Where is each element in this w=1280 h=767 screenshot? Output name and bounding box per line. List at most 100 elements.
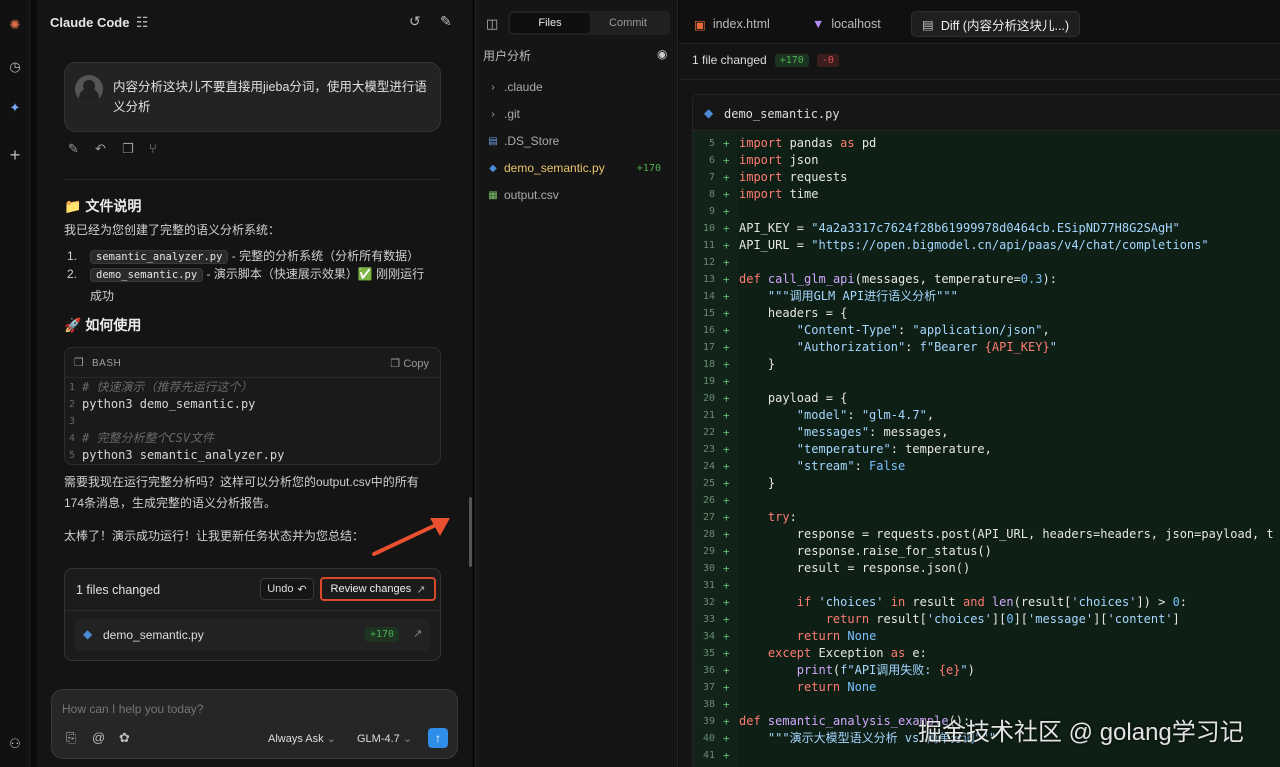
chevron-down-icon: ⌄ [402,733,413,745]
line-number: 29 [702,546,715,557]
code-text: API_KEY = "4a2a3317c7624f28b61999978d046… [739,221,1180,235]
project-root[interactable]: 用户分析 [483,47,531,64]
line-number: 17 [702,342,715,353]
line-number: 7 [708,172,715,183]
diff-line: 41 + [693,747,1280,764]
eye-icon[interactable]: ◉ [657,47,667,61]
diff-line: 16 + "Content-Type": "application/json", [693,322,1280,339]
tab-localhost[interactable]: ▼ localhost [812,11,881,37]
added-marker: + [723,341,730,354]
changed-file-row[interactable]: ◆ demo_semantic.py +170 ↗ [75,619,430,651]
copy-icon[interactable]: ❐ [122,141,134,157]
code-text: print(f"API调用失败: {e}") [796,663,975,677]
diff-line: 11 + API_URL = "https://open.bigmodel.cn/a… [693,237,1280,254]
editor-area: ▣ index.html ▼ localhost ▤ Diff (内容分析这块儿...… [679,0,1280,767]
user-message-text: 内容分析这块儿不要直接用jieba分词，使用大模型进行语义分析 [113,80,427,114]
code-line: 5 python3 semantic_analyzer.py [65,447,440,464]
line-number: 2 [69,399,76,410]
plus-icon[interactable]: + [4,144,26,166]
section-title-files: 📁 文件说明 [64,198,142,214]
tab-label: Diff (内容分析这块儿...) [940,18,1070,33]
added-marker: + [723,222,730,235]
code-text: "messages": messages, [796,425,949,439]
branch-icon[interactable]: ⑂ [149,141,157,156]
diff-line: 5 + import pandas as pd [693,135,1280,152]
divider [679,79,1280,80]
code-text: import pandas as pd [739,136,877,150]
history-icon[interactable]: ◷ [4,56,26,78]
added-marker: + [723,749,730,762]
settings-sliders-icon[interactable]: ☷ [136,14,149,31]
tab-commit[interactable]: Commit [588,13,668,33]
tree-item[interactable]: › .claude [488,77,673,97]
diff-file-header: ◆ demo_semantic.py [693,95,1280,131]
review-changes-button[interactable]: Review changes ↗ [320,577,436,601]
undo-button[interactable]: Undo ↶ [260,578,314,600]
sidebar-toggle-icon[interactable]: ◫ [486,16,498,32]
external-arrow-icon[interactable]: ↗ [413,627,422,640]
diff-line: 21 + "model": "glm-4.7", [693,407,1280,424]
code-text: # 完整分析整个CSV文件 [82,431,215,445]
code-text: payload = { [739,391,848,405]
line-number: 5 [69,450,76,461]
additions-badge: +170 [365,627,400,642]
sparkle-icon[interactable]: ✦ [4,97,26,119]
line-number: 22 [702,427,715,438]
copy-button[interactable]: ❐ Copy [390,357,429,370]
diff-line: 27 + try: [693,509,1280,526]
send-button[interactable]: ↑ [428,728,448,748]
line-number: 26 [702,495,715,506]
user-icon[interactable]: ⚇ [4,733,26,755]
code-text: return result['choices'][0]['message']['… [825,612,1180,626]
line-number: 8 [708,189,715,200]
activity-rail: ✺ ◷ ✦ + ⚇ [0,0,30,767]
code-line: 2 python3 demo_semantic.py [65,396,440,413]
added-marker: + [723,528,730,541]
line-number: 41 [702,750,715,761]
prompt-input[interactable] [62,702,442,716]
scrollbar[interactable] [469,497,472,567]
diff-line: 26 + [693,492,1280,509]
chevron-down-icon: ⌄ [326,733,336,745]
diff-line: 32 + if 'choices' in result and len(resul… [693,594,1280,611]
code-text: def call_glm_api(messages, temperature=0… [739,272,1057,286]
added-marker: + [723,715,730,728]
diff-line: 9 + [693,203,1280,220]
tab-files[interactable]: Files [510,13,590,33]
line-number: 32 [702,597,715,608]
permission-mode-select[interactable]: Always Ask ⌄ [268,732,336,745]
mention-icon[interactable]: @ [92,730,105,745]
tree-item[interactable]: ▦ output.csv [488,185,673,205]
diff-summary-text: 1 file changed [692,53,767,67]
diff-line: 31 + [693,577,1280,594]
added-marker: + [723,613,730,626]
palette-icon[interactable]: ✿ [119,730,130,746]
undo-icon[interactable]: ↶ [95,141,106,157]
user-message: 内容分析这块儿不要直接用jieba分词，使用大模型进行语义分析 [64,62,441,132]
tree-item-label: .git [504,107,521,121]
history-icon[interactable]: ↺ [409,13,421,30]
tab-diff[interactable]: ▤ Diff (内容分析这块儿...) [911,11,1081,37]
edit-icon[interactable]: ✎ [68,141,79,157]
tree-item[interactable]: › .git [488,104,673,124]
model-select[interactable]: GLM-4.7 ⌄ [357,732,412,745]
attach-icon[interactable]: ⎘ [66,730,76,746]
list-item: 2. demo_semantic.py - 演示脚本（快速展示效果）✅ 刚刚运行… [64,264,434,307]
code-text: if 'choices' in result and len(result['c… [796,595,1188,609]
intro-text: 我已经为您创建了完整的语义分析系统： [64,223,281,237]
diff-line: 38 + [693,696,1280,713]
tab-index-html[interactable]: ▣ index.html [694,11,770,37]
claude-logo-icon[interactable]: ✺ [4,14,26,36]
code-text: return None [796,680,877,694]
permission-mode-label: Always Ask [268,733,324,745]
code-text: try: [767,510,797,524]
code-block: ❒ BASH ❐ Copy 1 # 快速演示（推荐先运行这个） 2 python3 d… [64,347,441,465]
tree-item[interactable]: ▤ .DS_Store [488,131,673,151]
line-number: 39 [702,716,715,727]
added-marker: + [723,698,730,711]
diff-line: 6 + import json [693,152,1280,169]
new-chat-icon[interactable]: ✎ [440,13,452,30]
added-marker: + [723,443,730,456]
tree-item[interactable]: ◆ demo_semantic.py +170 [488,158,673,178]
code-text: # 快速演示（推荐先运行这个） [82,380,253,394]
